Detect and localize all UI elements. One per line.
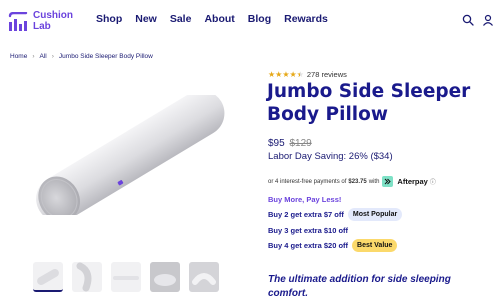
offer-text: Buy 2 get extra $7 off xyxy=(268,210,344,219)
nav-rewards[interactable]: Rewards xyxy=(284,13,328,25)
sale-saving: Labor Day Saving: 26% ($34) xyxy=(268,151,393,162)
logo-mark-icon xyxy=(8,12,28,31)
offer-buy-2[interactable]: Buy 2 get extra $7 off Most Popular xyxy=(268,208,403,221)
product-rating[interactable]: ★★★★★★ 278 reviews xyxy=(268,70,347,79)
breadcrumb-home[interactable]: Home xyxy=(10,53,27,60)
star-rating-icon: ★★★★★★ xyxy=(268,70,304,79)
chevron-right-icon: › xyxy=(51,53,54,60)
best-value-badge: Best Value xyxy=(352,239,398,252)
buy-more-heading: Buy More, Pay Less! xyxy=(268,195,342,204)
brand-name-line1: Cushion xyxy=(33,10,73,21)
offer-text: Buy 4 get extra $20 off xyxy=(268,241,349,250)
main-nav: Shop New Sale About Blog Rewards xyxy=(96,13,341,25)
info-icon[interactable]: ⓘ xyxy=(430,177,436,186)
offer-text: Buy 3 get extra $10 off xyxy=(268,226,349,235)
afterpay-brand: Afterpay xyxy=(397,177,428,186)
site-header: Cushion Lab Shop New Sale About Blog Rew… xyxy=(0,0,500,40)
thumbnail-strip xyxy=(33,262,219,292)
review-count[interactable]: 278 reviews xyxy=(307,70,347,79)
user-icon[interactable] xyxy=(482,13,494,26)
thumbnail-3[interactable] xyxy=(111,262,141,292)
breadcrumb: Home › All › Jumbo Side Sleeper Body Pil… xyxy=(10,53,153,60)
thumbnail-4[interactable] xyxy=(150,262,180,292)
afterpay-prefix: or 4 interest-free payments of xyxy=(268,178,347,185)
offer-buy-3[interactable]: Buy 3 get extra $10 off xyxy=(268,226,348,235)
nav-about[interactable]: About xyxy=(204,13,234,25)
thumbnail-2[interactable] xyxy=(72,262,102,292)
offer-buy-4[interactable]: Buy 4 get extra $20 off Best Value xyxy=(268,239,398,252)
product-price: $95 $129 xyxy=(268,138,312,149)
search-icon[interactable] xyxy=(462,13,474,26)
thumbnail-5[interactable] xyxy=(189,262,219,292)
afterpay-amount: $23.75 xyxy=(348,178,367,185)
breadcrumb-current: Jumbo Side Sleeper Body Pillow xyxy=(58,53,153,60)
afterpay-message: or 4 interest-free payments of $23.75 wi… xyxy=(268,176,436,187)
most-popular-badge: Most Popular xyxy=(347,208,403,221)
nav-blog[interactable]: Blog xyxy=(248,13,271,25)
product-image[interactable] xyxy=(20,95,245,215)
brand-logo[interactable]: Cushion Lab xyxy=(8,10,73,34)
header-actions xyxy=(462,13,494,26)
product-tagline: The ultimate addition for side sleeping … xyxy=(268,274,451,299)
nav-sale[interactable]: Sale xyxy=(170,13,192,25)
current-price: $95 xyxy=(268,138,285,149)
afterpay-logo-icon xyxy=(382,176,394,187)
nav-new[interactable]: New xyxy=(135,13,157,25)
chevron-right-icon: › xyxy=(32,53,35,60)
brand-name-line2: Lab xyxy=(33,21,51,32)
nav-shop[interactable]: Shop xyxy=(96,13,122,25)
afterpay-with: with xyxy=(368,178,380,185)
product-title: Jumbo Side Sleeper Body Pillow xyxy=(267,81,471,125)
thumbnail-1[interactable] xyxy=(33,262,63,292)
compare-price: $129 xyxy=(289,138,312,149)
breadcrumb-all[interactable]: All xyxy=(40,53,47,60)
